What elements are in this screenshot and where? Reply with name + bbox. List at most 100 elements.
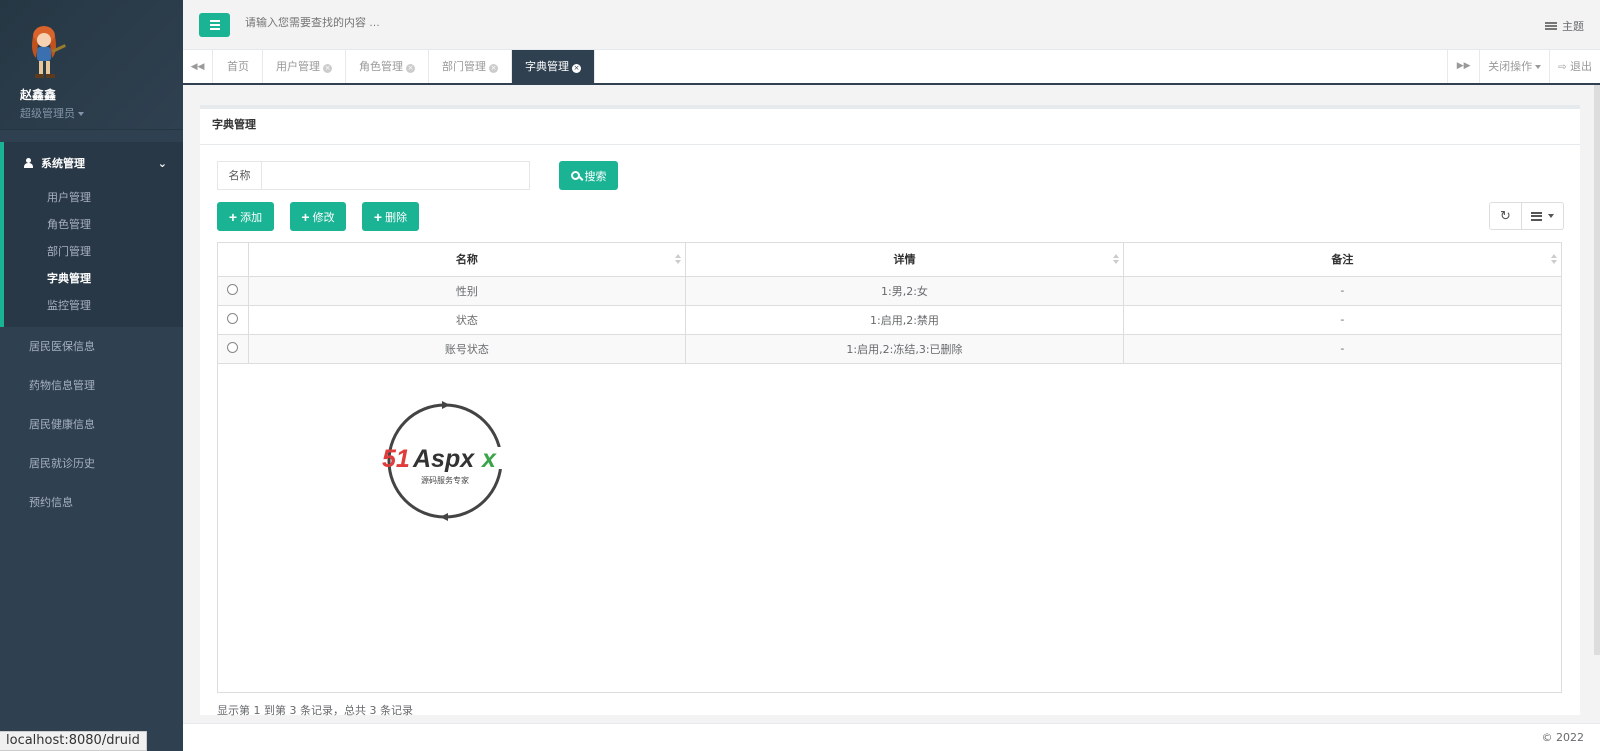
sidebar-item-departments[interactable]: 部门管理	[4, 238, 183, 265]
theme-button[interactable]: 主题	[1545, 18, 1584, 34]
tab-dictionary[interactable]: 字典管理 ×	[512, 50, 595, 83]
column-header-name[interactable]: 名称	[248, 243, 687, 277]
search-button[interactable]: 搜索	[559, 161, 618, 190]
table-toolbar: ↻	[1489, 202, 1564, 230]
user-icon	[24, 158, 33, 168]
sort-icon	[1551, 254, 1557, 266]
column-header-detail[interactable]: 详情	[685, 243, 1124, 277]
column-header-label: 备注	[1331, 253, 1354, 267]
menu-group-system: 系统管理 ⌄ 用户管理 角色管理 部门管理 字典管理 监控管理	[0, 142, 183, 327]
forward-icon: ▶▶	[1456, 61, 1471, 71]
row-select-cell	[218, 334, 249, 364]
global-search-input[interactable]	[245, 17, 645, 29]
close-icon[interactable]: ×	[406, 64, 415, 73]
add-button[interactable]: + 添加	[217, 202, 274, 231]
close-operations-label: 关闭操作	[1488, 60, 1533, 73]
browser-status-url: localhost:8080/druid	[0, 731, 147, 751]
delete-button-label: 删除	[385, 211, 408, 224]
sidebar-item-drug-info[interactable]: 药物信息管理	[0, 366, 183, 405]
pagination-info: 显示第 1 到第 3 条记录，总共 3 条记录	[217, 704, 413, 717]
sidebar-item-monitoring[interactable]: 监控管理	[4, 292, 183, 319]
menu-item-system-label: 系统管理	[41, 157, 85, 170]
search-name-label: 名称	[217, 161, 261, 190]
delete-button[interactable]: + 删除	[362, 202, 419, 231]
user-role-dropdown[interactable]: 超级管理员	[20, 105, 183, 121]
caret-down-icon	[78, 112, 84, 116]
tab-home[interactable]: 首页	[214, 50, 263, 83]
tab-label: 角色管理	[359, 60, 403, 73]
sidebar-item-medical-insurance[interactable]: 居民医保信息	[0, 327, 183, 366]
tab-users[interactable]: 用户管理 ×	[263, 50, 346, 83]
edit-button-label: 修改	[312, 211, 335, 224]
row-radio[interactable]	[227, 312, 239, 324]
watermark-brand: Aspx	[412, 445, 475, 473]
tab-departments[interactable]: 部门管理 ×	[429, 50, 512, 83]
cell-detail: 1:启用,2:冻结,3:已删除	[685, 334, 1124, 364]
sidebar-item-visit-history[interactable]: 居民就诊历史	[0, 444, 183, 483]
table-row[interactable]: 账号状态 1:启用,2:冻结,3:已删除 -	[218, 334, 1561, 364]
plus-icon: +	[373, 208, 383, 225]
cell-remark: -	[1123, 305, 1561, 335]
tab-label: 部门管理	[442, 60, 486, 73]
row-select-cell	[218, 305, 249, 335]
page-scrollbar[interactable]	[1594, 85, 1600, 655]
logout-button[interactable]: ⇨ 退出	[1549, 50, 1600, 83]
add-button-label: 添加	[240, 211, 263, 224]
close-icon[interactable]: ×	[489, 64, 498, 73]
cell-remark: -	[1123, 276, 1561, 306]
columns-dropdown[interactable]	[1522, 202, 1564, 230]
close-icon[interactable]: ×	[323, 64, 332, 73]
cell-name: 性别	[248, 276, 687, 306]
cell-name: 账号状态	[248, 334, 687, 364]
edit-button[interactable]: + 修改	[290, 202, 346, 231]
row-radio[interactable]	[227, 283, 239, 295]
caret-down-icon	[1535, 65, 1542, 69]
theme-icon	[1545, 22, 1557, 30]
sort-icon	[1112, 254, 1119, 266]
cell-detail: 1:启用,2:禁用	[685, 305, 1124, 335]
close-icon[interactable]: ×	[572, 64, 581, 73]
theme-label: 主题	[1562, 20, 1584, 33]
tab-actions: ▶▶ 关闭操作 ⇨ 退出	[1447, 50, 1600, 83]
tab-roles[interactable]: 角色管理 ×	[346, 50, 429, 83]
footer: © 2022	[183, 723, 1600, 751]
column-header-label: 名称	[455, 253, 478, 267]
close-operations-dropdown[interactable]: 关闭操作	[1479, 50, 1549, 83]
watermark-brand-x: x	[480, 445, 497, 473]
user-profile: 赵鑫鑫 超级管理员	[0, 0, 183, 130]
table-row[interactable]: 状态 1:启用,2:禁用 -	[218, 305, 1561, 335]
tab-list: 首页 用户管理 × 角色管理 × 部门管理 × 字典管理 ×	[214, 50, 595, 83]
plus-icon: +	[301, 208, 310, 225]
column-header-label: 详情	[893, 253, 916, 267]
column-header-remark[interactable]: 备注	[1123, 243, 1561, 277]
sidebar: 赵鑫鑫 超级管理员 系统管理 ⌄ 用户管理 角色管理 部门管理 字典管理 监控管…	[0, 0, 183, 751]
search-name-input[interactable]	[261, 161, 530, 190]
row-select-cell	[218, 276, 249, 306]
user-role-label: 超级管理员	[20, 107, 75, 120]
sidebar-item-appointments[interactable]: 预约信息	[0, 483, 183, 522]
menu-toggle-button[interactable]	[199, 13, 230, 37]
plus-icon: +	[228, 208, 238, 225]
sidebar-item-roles[interactable]: 角色管理	[4, 211, 183, 238]
dictionary-panel: 字典管理 名称 搜索 + 添加 + 修改 + 删除 ↻ 名称 详情 备注 性别 …	[200, 105, 1580, 717]
search-button-label: 搜索	[584, 170, 607, 183]
sidebar-item-users[interactable]: 用户管理	[4, 184, 183, 211]
row-radio[interactable]	[227, 341, 239, 353]
hamburger-icon-line	[209, 28, 220, 30]
tab-label: 字典管理	[525, 60, 569, 73]
sort-icon	[675, 254, 682, 266]
search-icon	[570, 171, 580, 180]
avatar[interactable]	[22, 24, 70, 80]
refresh-button[interactable]: ↻	[1489, 202, 1522, 230]
sidebar-item-dictionary[interactable]: 字典管理	[4, 265, 183, 292]
tab-scroll-right-button[interactable]: ▶▶	[1447, 50, 1479, 83]
table-row[interactable]: 性别 1:男,2:女 -	[218, 276, 1561, 306]
copyright-text: © 2022	[1541, 731, 1585, 744]
menu-item-system[interactable]: 系统管理 ⌄	[4, 142, 183, 184]
column-header-select	[218, 243, 249, 277]
watermark-brand-prefix: 51	[382, 445, 410, 473]
search-form: 名称	[217, 161, 530, 190]
refresh-icon: ↻	[1500, 208, 1511, 224]
sidebar-item-health-info[interactable]: 居民健康信息	[0, 405, 183, 444]
tab-scroll-left-button[interactable]: ◀◀	[183, 50, 213, 83]
